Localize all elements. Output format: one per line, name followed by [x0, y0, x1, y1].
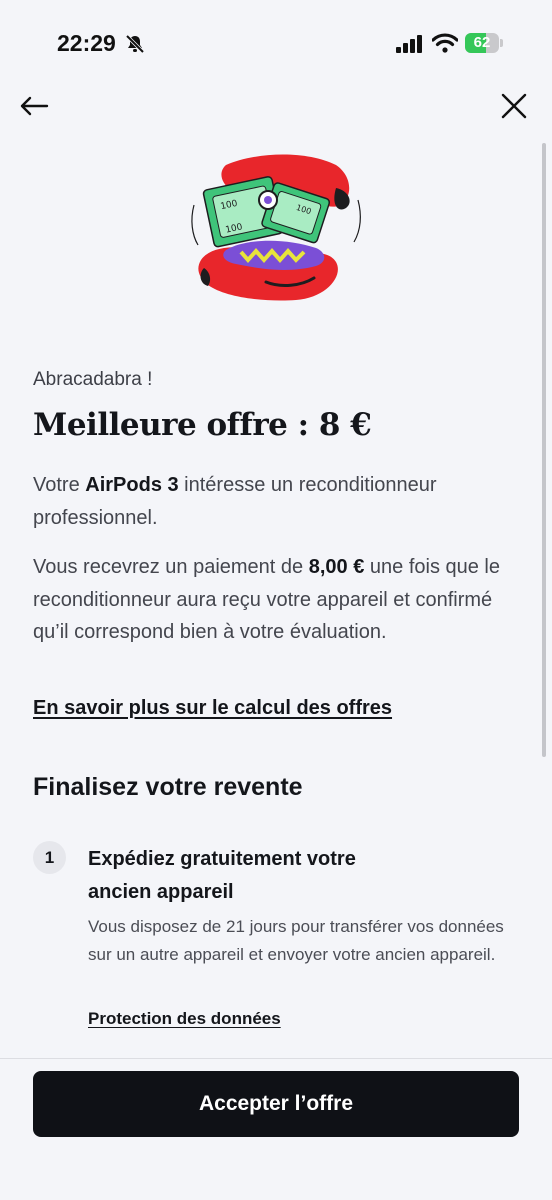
product-name: AirPods 3 — [85, 474, 179, 496]
payment-amount: 8,00 € — [308, 556, 365, 578]
step-title: Expédiez gratuitement votre ancien appar… — [88, 848, 356, 903]
data-protection-link[interactable]: Protection des données — [88, 1009, 281, 1029]
hands-with-banknotes-illustration: 100 100 100 — [186, 150, 366, 310]
cellular-signal-icon — [396, 35, 424, 58]
offer-title: Meilleure offre : 8 € — [33, 407, 372, 443]
finalize-section-title: Finalisez votre revente — [33, 773, 303, 801]
learn-more-link[interactable]: En savoir plus sur le calcul des offres — [33, 697, 392, 720]
close-icon — [500, 92, 528, 125]
close-button[interactable] — [494, 88, 534, 128]
offer-description: Votre AirPods 3 intéresse un recondition… — [33, 469, 508, 534]
bell-slash-icon — [125, 34, 145, 59]
step-number-badge: 1 — [33, 841, 66, 874]
step-description: Vous disposez de 21 jours pour transfére… — [88, 917, 504, 964]
battery-charging-icon: 62 — [465, 33, 503, 53]
payment-description: Vous recevrez un paiement de 8,00 € une … — [33, 551, 508, 649]
arrow-left-icon — [19, 96, 49, 121]
offer-kicker: Abracadabra ! — [33, 369, 153, 390]
para1-prefix: Votre — [33, 474, 86, 496]
battery-level: 62 — [473, 34, 491, 51]
scrollbar[interactable] — [542, 143, 546, 757]
battery-cap — [500, 39, 503, 47]
back-button[interactable] — [14, 90, 54, 126]
battery-body: 62 — [465, 33, 499, 53]
status-bar: 22:29 62 — [0, 0, 552, 90]
status-time: 22:29 — [57, 30, 116, 56]
wifi-icon — [431, 33, 459, 58]
accept-offer-button[interactable]: Accepter l’offre — [33, 1071, 519, 1137]
para2-prefix: Vous recevrez un paiement de — [33, 556, 309, 578]
